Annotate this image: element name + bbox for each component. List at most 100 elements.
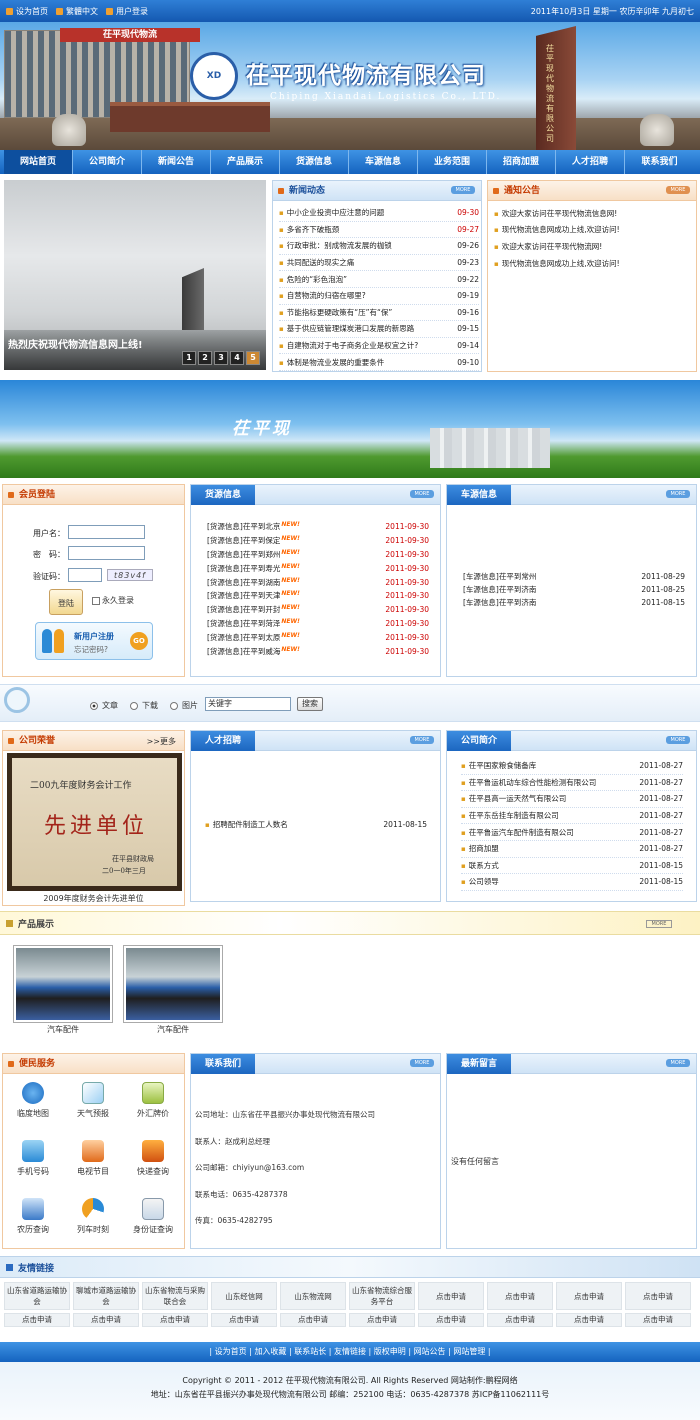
footer-link-homepage[interactable]: 设为首页 bbox=[215, 1347, 247, 1356]
job-item[interactable]: 招聘配件制造工人数名2011-08-15 bbox=[205, 816, 427, 833]
friend-link[interactable]: 点击申请 bbox=[418, 1313, 484, 1327]
footer-link-copyright[interactable]: 版权申明 bbox=[374, 1347, 406, 1356]
nav-about[interactable]: 公司简介 bbox=[73, 150, 142, 174]
remember-checkbox[interactable] bbox=[92, 596, 100, 605]
guestbook-more-button[interactable]: MORE bbox=[666, 1059, 690, 1067]
friend-link[interactable]: 点击申请 bbox=[625, 1282, 691, 1310]
news-item[interactable]: 节能指标更硬政策有“压”有“保”09-16 bbox=[279, 305, 479, 322]
notice-item[interactable]: 现代物流信息网成功上线,欢迎访问! bbox=[494, 255, 694, 272]
about-item[interactable]: 茌平国家粮食储备库2011-08-27 bbox=[461, 758, 683, 775]
news-item[interactable]: 中小企业投资中应注意的问题09-30 bbox=[279, 205, 479, 222]
footer-link-favorite[interactable]: 加入收藏 bbox=[254, 1347, 286, 1356]
about-item[interactable]: 茌平县高一运天然气有限公司2011-08-27 bbox=[461, 791, 683, 808]
nav-vehicle[interactable]: 车源信息 bbox=[349, 150, 418, 174]
vehicle-item[interactable]: [车源信息]茌平到常州 2011-08-29 bbox=[463, 570, 685, 583]
about-item[interactable]: 茌平鲁运汽车配件制造有限公司2011-08-27 bbox=[461, 824, 683, 841]
cargo-more-button[interactable]: MORE bbox=[410, 490, 434, 498]
nav-products[interactable]: 产品展示 bbox=[211, 150, 280, 174]
option-download[interactable]: 下载 bbox=[130, 700, 158, 711]
about-item[interactable]: 招商加盟2011-08-27 bbox=[461, 841, 683, 858]
nav-news[interactable]: 新闻公告 bbox=[142, 150, 211, 174]
jobs-more-button[interactable]: MORE bbox=[410, 736, 434, 744]
user-login-link[interactable]: 用户登录 bbox=[106, 6, 148, 17]
friend-link[interactable]: 聊城市道路运输协会 bbox=[73, 1282, 139, 1310]
friend-link[interactable]: 点击申请 bbox=[211, 1313, 277, 1327]
username-input[interactable] bbox=[68, 525, 145, 539]
footer-link-admin[interactable]: 网站管理 bbox=[453, 1347, 485, 1356]
notice-item[interactable]: 欢迎大家访问茌平现代物流网! bbox=[494, 238, 694, 255]
service-weather[interactable]: 天气预报 bbox=[68, 1082, 118, 1119]
friend-link[interactable]: 点击申请 bbox=[487, 1313, 553, 1327]
service-ip-lookup[interactable]: 临度地图 bbox=[8, 1082, 58, 1119]
captcha-image[interactable]: t83v4f bbox=[107, 569, 153, 581]
slide-page-3[interactable]: 3 bbox=[214, 351, 228, 365]
product-caption[interactable]: 汽车配件 bbox=[13, 1024, 113, 1035]
slide-page-5[interactable]: 5 bbox=[246, 351, 260, 365]
friend-link[interactable]: 山东省物流综合服务平台 bbox=[349, 1282, 415, 1310]
service-lunar[interactable]: 农历查询 bbox=[8, 1198, 58, 1235]
remember-login[interactable]: 永久登录 bbox=[92, 595, 134, 606]
service-forex[interactable]: 外汇牌价 bbox=[128, 1082, 178, 1119]
cargo-item[interactable]: [货源信息]茌平到湖南NEW! 2011-09-30 bbox=[207, 575, 429, 589]
news-item[interactable]: 行政审批：别成物流发展的枷锁09-26 bbox=[279, 238, 479, 255]
friend-link[interactable]: 山东经信网 bbox=[211, 1282, 277, 1310]
go-button[interactable]: GO bbox=[130, 632, 148, 650]
about-item[interactable]: 公司领导2011-08-15 bbox=[461, 874, 683, 891]
radio-article[interactable] bbox=[90, 701, 98, 710]
service-train[interactable]: 列车时刻 bbox=[68, 1198, 118, 1235]
cargo-item[interactable]: [货源信息]茌平到保定NEW! 2011-09-30 bbox=[207, 534, 429, 548]
service-express[interactable]: 快递查询 bbox=[128, 1140, 178, 1177]
news-more-button[interactable]: MORE bbox=[451, 186, 475, 194]
friend-link[interactable]: 点击申请 bbox=[142, 1313, 208, 1327]
friend-link[interactable]: 点击申请 bbox=[487, 1282, 553, 1310]
register-link[interactable]: 新用户注册 bbox=[74, 631, 114, 642]
cargo-item[interactable]: [货源信息]茌平到菏泽NEW! 2011-09-30 bbox=[207, 617, 429, 631]
nav-cargo[interactable]: 货源信息 bbox=[280, 150, 349, 174]
radio-image[interactable] bbox=[170, 701, 178, 710]
contact-more-button[interactable]: MORE bbox=[410, 1059, 434, 1067]
password-input[interactable] bbox=[68, 546, 145, 560]
nav-jobs[interactable]: 人才招聘 bbox=[556, 150, 625, 174]
honor-plaque-image[interactable]: 二00九年度财务会计工作 先进单位 茌平县财政局 二0一0年三月 bbox=[7, 753, 182, 891]
about-item[interactable]: 茌平东岳挂车制造有限公司2011-08-27 bbox=[461, 808, 683, 825]
product-thumbnail[interactable] bbox=[123, 945, 223, 1023]
vehicle-item[interactable]: [车源信息]茌平到济南 2011-08-15 bbox=[463, 596, 685, 609]
slide-page-4[interactable]: 4 bbox=[230, 351, 244, 365]
news-item[interactable]: 危险的“彩色泡泡”09-22 bbox=[279, 271, 479, 288]
news-item[interactable]: 体制是物流业发展的重要条件09-10 bbox=[279, 354, 479, 371]
about-more-button[interactable]: MORE bbox=[666, 736, 690, 744]
traditional-chinese-link[interactable]: 繁體中文 bbox=[56, 6, 98, 17]
search-input[interactable]: 关键字 bbox=[205, 697, 291, 711]
service-tv[interactable]: 电视节目 bbox=[68, 1140, 118, 1177]
forgot-password-link[interactable]: 忘记密码? bbox=[74, 644, 108, 655]
cargo-item[interactable]: [货源信息]茌平到寿光NEW! 2011-09-30 bbox=[207, 561, 429, 575]
friend-link[interactable]: 点击申请 bbox=[556, 1282, 622, 1310]
about-item[interactable]: 联系方式2011-08-15 bbox=[461, 858, 683, 875]
product-thumbnail[interactable] bbox=[13, 945, 113, 1023]
option-image[interactable]: 图片 bbox=[170, 700, 198, 711]
friend-link[interactable]: 点击申请 bbox=[418, 1282, 484, 1310]
notice-more-button[interactable]: MORE bbox=[666, 186, 690, 194]
search-button[interactable]: 搜索 bbox=[297, 697, 323, 711]
service-phone-number[interactable]: 手机号码 bbox=[8, 1140, 58, 1177]
cargo-item[interactable]: [货源信息]茌平到郑州NEW! 2011-09-30 bbox=[207, 548, 429, 562]
footer-link-contact[interactable]: 联系站长 bbox=[294, 1347, 326, 1356]
notice-item[interactable]: 现代物流信息网成功上线,欢迎访问! bbox=[494, 222, 694, 239]
news-item[interactable]: 多省齐下破瓶颈09-27 bbox=[279, 222, 479, 239]
friend-link[interactable]: 点击申请 bbox=[625, 1313, 691, 1327]
friend-link[interactable]: 山东物流网 bbox=[280, 1282, 346, 1310]
notice-item[interactable]: 欢迎大家访问茌平现代物流信息网! bbox=[494, 205, 694, 222]
option-article[interactable]: 文章 bbox=[90, 700, 118, 711]
news-item[interactable]: 基于供应链管理煤炭港口发展的新思路09-15 bbox=[279, 321, 479, 338]
news-item[interactable]: 共同配送的现实之痛09-23 bbox=[279, 255, 479, 272]
vehicle-more-button[interactable]: MORE bbox=[666, 490, 690, 498]
cargo-item[interactable]: [货源信息]茌平到开封NEW! 2011-09-30 bbox=[207, 603, 429, 617]
nav-home[interactable]: 网站首页 bbox=[4, 150, 73, 174]
cargo-item[interactable]: [货源信息]茌平到太原NEW! 2011-09-30 bbox=[207, 630, 429, 644]
friend-link[interactable]: 点击申请 bbox=[280, 1313, 346, 1327]
login-button[interactable]: 登陆 bbox=[49, 589, 83, 615]
friend-link[interactable]: 山东省物流与采购联合会 bbox=[142, 1282, 208, 1310]
cargo-item[interactable]: [货源信息]茌平到威海NEW! 2011-09-30 bbox=[207, 644, 429, 658]
friend-link[interactable]: 山东省道路运输协会 bbox=[4, 1282, 70, 1310]
vehicle-item[interactable]: [车源信息]茌平到济南 2011-08-25 bbox=[463, 583, 685, 596]
